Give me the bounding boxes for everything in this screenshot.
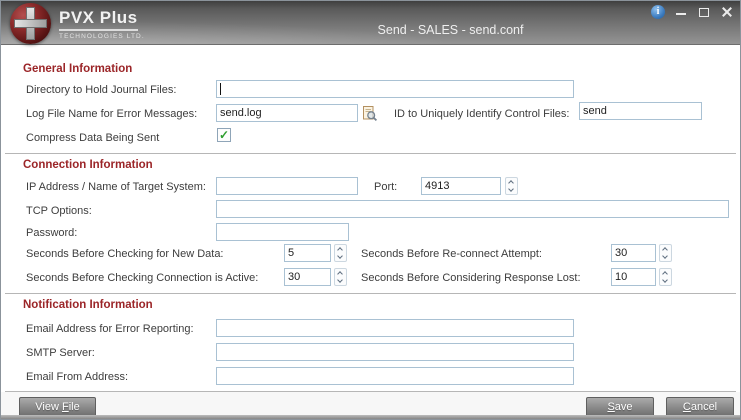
email-error-input[interactable]	[216, 319, 574, 337]
window-title: Send - SALES - send.conf	[171, 23, 730, 37]
brand-subtitle: TECHNOLOGIES LTD.	[59, 33, 145, 40]
reconnect-label: Seconds Before Re-connect Attempt:	[361, 248, 542, 260]
minimize-button[interactable]	[674, 5, 688, 19]
section-title-connection: Connection Information	[23, 159, 153, 171]
log-file-label: Log File Name for Error Messages:	[26, 108, 197, 120]
response-lost-label: Seconds Before Considering Response Lost…	[361, 272, 581, 284]
maximize-button[interactable]	[697, 5, 711, 19]
cancel-button[interactable]: Cancel	[666, 397, 734, 417]
smtp-label: SMTP Server:	[26, 347, 95, 359]
control-id-input[interactable]	[579, 102, 702, 120]
email-from-input[interactable]	[216, 367, 574, 385]
control-id-label: ID to Uniquely Identify Control Files:	[394, 108, 569, 120]
save-button[interactable]: Save	[586, 397, 654, 417]
directory-label: Directory to Hold Journal Files:	[26, 84, 176, 96]
port-input[interactable]	[421, 177, 501, 195]
close-button[interactable]	[720, 5, 734, 19]
minimize-icon	[676, 13, 686, 15]
checkmark-icon: ✓	[218, 129, 230, 141]
chevron-up-icon[interactable]	[335, 245, 346, 253]
brand-name: PVX Plus	[59, 8, 138, 31]
email-from-label: Email From Address:	[26, 371, 128, 383]
chevron-up-icon[interactable]	[506, 178, 517, 186]
ip-label: IP Address / Name of Target System:	[26, 181, 206, 193]
text-caret	[220, 83, 221, 95]
compress-checkbox[interactable]: ✓	[217, 128, 231, 142]
response-lost-spinner	[659, 268, 672, 286]
check-new-data-label: Seconds Before Checking for New Data:	[26, 248, 224, 260]
maximize-icon	[699, 8, 709, 17]
reconnect-input[interactable]	[611, 244, 656, 262]
send-config-window: PVX Plus TECHNOLOGIES LTD. Send - SALES …	[0, 0, 741, 420]
check-active-spinner	[334, 268, 347, 286]
password-input[interactable]	[216, 223, 349, 241]
check-active-input[interactable]	[284, 268, 331, 286]
section-divider	[5, 153, 736, 154]
port-label: Port:	[374, 181, 397, 193]
response-lost-input[interactable]	[611, 268, 656, 286]
smtp-input[interactable]	[216, 343, 574, 361]
chevron-down-icon[interactable]	[660, 253, 671, 261]
ip-input[interactable]	[216, 177, 358, 195]
chevron-down-icon[interactable]	[335, 253, 346, 261]
check-new-data-input[interactable]	[284, 244, 331, 262]
check-active-label: Seconds Before Checking Connection is Ac…	[26, 272, 258, 284]
chevron-up-icon[interactable]	[660, 245, 671, 253]
logo-cross-horizontal	[14, 19, 47, 28]
chevron-down-icon[interactable]	[335, 277, 346, 285]
window-bottom-edge	[1, 415, 740, 419]
section-divider	[5, 293, 736, 294]
title-bar: PVX Plus TECHNOLOGIES LTD. Send - SALES …	[1, 1, 740, 45]
footer-bar: View File Save Cancel	[1, 392, 740, 419]
chevron-down-icon[interactable]	[506, 186, 517, 194]
directory-input[interactable]	[216, 80, 574, 98]
port-spinner	[505, 177, 518, 195]
chevron-down-icon[interactable]	[660, 277, 671, 285]
password-label: Password:	[26, 227, 77, 239]
window-controls: i	[651, 4, 734, 20]
view-file-button[interactable]: View File	[19, 397, 96, 417]
pvx-globe-logo-icon	[10, 3, 51, 44]
email-error-label: Email Address for Error Reporting:	[26, 323, 194, 335]
chevron-up-icon[interactable]	[335, 269, 346, 277]
compress-label: Compress Data Being Sent	[26, 132, 159, 144]
section-title-general: General Information	[23, 63, 132, 75]
info-icon[interactable]: i	[651, 5, 665, 19]
browse-file-button[interactable]	[361, 105, 378, 122]
check-new-data-spinner	[334, 244, 347, 262]
section-title-notification: Notification Information	[23, 299, 153, 311]
tcp-options-input[interactable]	[216, 200, 729, 218]
chevron-up-icon[interactable]	[660, 269, 671, 277]
tcp-label: TCP Options:	[26, 205, 92, 217]
log-file-input[interactable]	[216, 104, 358, 122]
reconnect-spinner	[659, 244, 672, 262]
brand-block: PVX Plus TECHNOLOGIES LTD.	[59, 8, 145, 40]
document-magnifier-icon	[361, 105, 378, 122]
